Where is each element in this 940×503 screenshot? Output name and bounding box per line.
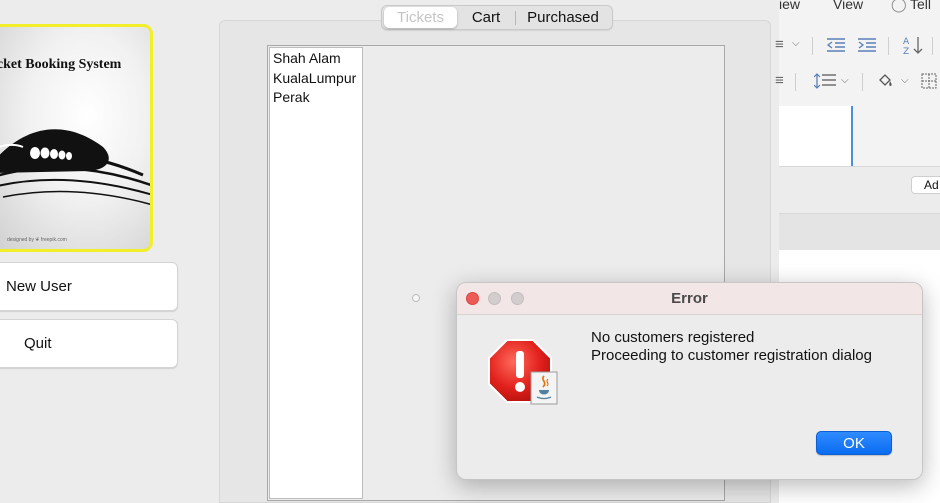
location-list[interactable]: Shah Alam KualaLumpur Perak <box>269 47 363 499</box>
lightbulb-icon: ◯ <box>891 0 907 12</box>
ribbon-divider <box>862 73 863 91</box>
logo-credit: designed by ❦ freepik.com <box>7 237 67 243</box>
ribbon-divider <box>795 73 796 91</box>
menu-item-view-partial[interactable]: iew <box>779 0 800 12</box>
style-gallery-preview[interactable] <box>779 106 853 166</box>
line-spacing-icon[interactable] <box>814 73 836 89</box>
svg-text:Z: Z <box>903 47 909 55</box>
dialog-message-line-2: Proceeding to customer registration dial… <box>591 347 872 364</box>
split-pane-handle[interactable] <box>412 294 420 302</box>
ribbon-divider <box>812 37 813 55</box>
decrease-indent-icon[interactable] <box>827 38 845 52</box>
increase-indent-icon[interactable] <box>858 38 876 52</box>
dialog-message-line-1: No customers registered <box>591 329 755 346</box>
ruler-area <box>779 214 940 250</box>
tab-cart[interactable]: Cart <box>457 7 515 28</box>
list-item-location[interactable]: Perak <box>270 87 362 107</box>
minimize-window-button[interactable] <box>488 292 501 305</box>
dialog-titlebar[interactable]: Error <box>457 283 922 315</box>
list-item-location[interactable]: KualaLumpur <box>270 68 362 88</box>
chevron-down-icon[interactable]: ⌵ <box>792 38 800 49</box>
tab-tickets[interactable]: Tickets <box>384 7 457 28</box>
svg-text:A: A <box>903 37 910 47</box>
chevron-down-icon[interactable]: ⌵ <box>841 75 849 86</box>
train-logo-icon <box>0 129 150 205</box>
ribbon-toolbar: iew View ◯ Tell ≡ ⌵ A Z ≡ ⌵ ⌵ <box>775 0 940 166</box>
error-java-icon <box>488 339 558 405</box>
quit-button[interactable]: Quit <box>0 319 178 368</box>
tab-purchased[interactable]: Purchased <box>516 7 610 28</box>
dialog-title: Error <box>671 290 708 307</box>
ribbon-divider <box>888 37 889 55</box>
add-button[interactable]: Ad <box>911 176 940 194</box>
logo-title: icket Booking System <box>0 57 122 72</box>
tab-bar: Tickets Cart Purchased <box>381 5 613 30</box>
borders-icon[interactable] <box>921 73 937 89</box>
new-user-button[interactable]: New User <box>0 262 178 311</box>
justify-icon[interactable]: ≡ <box>775 72 784 89</box>
paint-bucket-icon[interactable] <box>877 72 893 88</box>
left-panel: icket Booking System designed by ❦ freep… <box>0 0 200 503</box>
close-window-button[interactable] <box>466 292 479 305</box>
list-format-icon[interactable]: ≡ <box>775 36 784 53</box>
error-dialog: Error No customers registered Proceeding… <box>456 282 923 480</box>
zoom-window-button[interactable] <box>511 292 524 305</box>
ok-button[interactable]: OK <box>816 431 892 455</box>
menu-item-view[interactable]: View <box>833 0 863 12</box>
ribbon-divider <box>932 37 933 55</box>
chevron-down-icon[interactable]: ⌵ <box>901 75 909 86</box>
ribbon-lower-row: Ad <box>779 166 940 214</box>
sort-az-icon[interactable]: A Z <box>903 35 925 55</box>
ticket-booking-logo: icket Booking System designed by ❦ freep… <box>0 24 153 252</box>
list-item-location[interactable]: Shah Alam <box>270 48 362 68</box>
menu-item-tell[interactable]: Tell <box>910 0 931 12</box>
